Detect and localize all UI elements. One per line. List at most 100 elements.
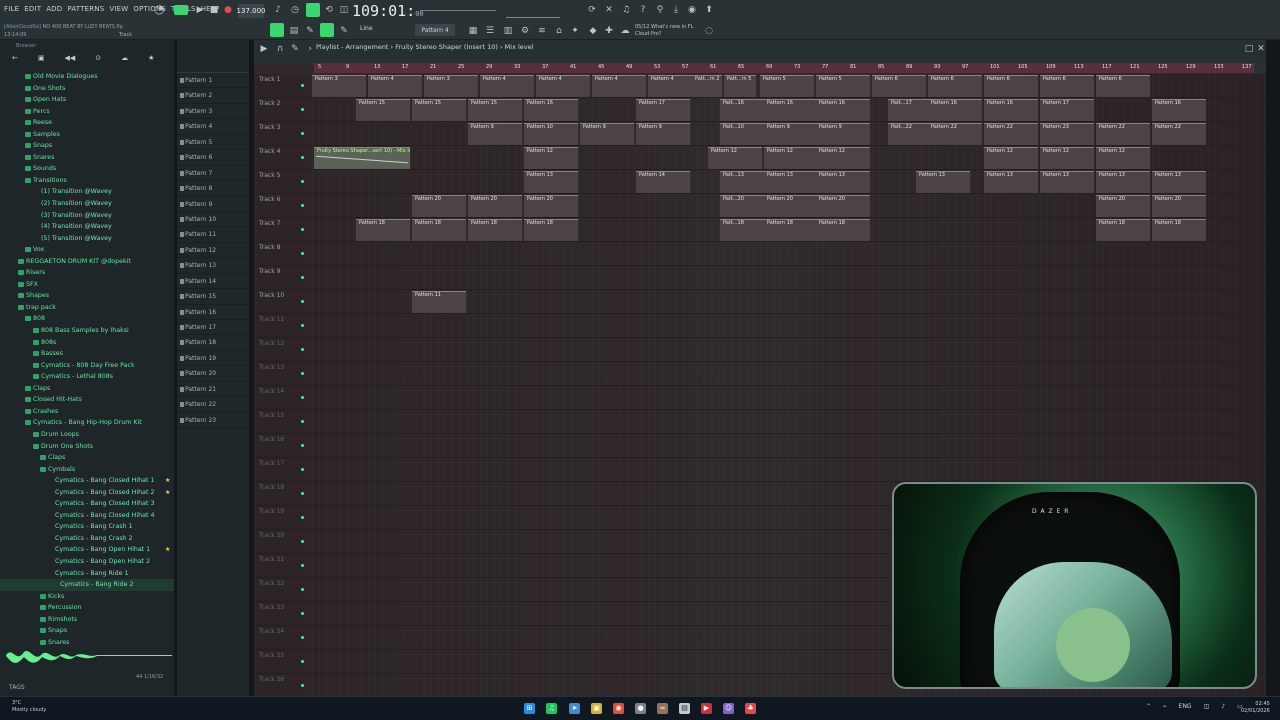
pattern-clip[interactable]: Pattern 13 xyxy=(816,171,870,193)
browser-item[interactable]: SFX xyxy=(0,279,174,291)
pattern-clip[interactable]: Pattern 9 xyxy=(816,123,870,145)
browser-item[interactable]: Open Hats xyxy=(0,94,174,106)
pattern-item[interactable]: Pattern 19 xyxy=(177,351,249,367)
pattern-clip[interactable]: Pattern 6 xyxy=(872,75,926,97)
back-arrow-icon[interactable]: ← xyxy=(12,54,18,62)
track-mute-led[interactable] xyxy=(301,636,304,639)
browser-item[interactable]: Samples xyxy=(0,129,174,141)
browser-item[interactable]: Percs xyxy=(0,106,174,118)
chat-icon[interactable]: ◉ xyxy=(687,5,697,15)
browser-item[interactable]: Drum One Shots xyxy=(0,441,174,453)
pattern-clip[interactable]: Pattern 18 xyxy=(816,219,870,241)
master-volume-slider[interactable] xyxy=(420,10,496,11)
browser-item[interactable]: (3) Transition @Wavey xyxy=(0,210,174,222)
pattern-item[interactable]: Pattern 20 xyxy=(177,366,249,382)
favorite-star-icon[interactable]: ★ xyxy=(165,475,170,487)
loop-record-button[interactable] xyxy=(306,3,320,17)
menu-add[interactable]: ADD xyxy=(46,5,62,13)
pattern-clip[interactable]: Pattern 13 xyxy=(764,171,818,193)
track-label[interactable]: Track 21 xyxy=(259,556,284,563)
metronome-icon[interactable]: ♪ xyxy=(273,5,283,15)
microphone-icon[interactable]: ♫ xyxy=(621,5,631,15)
browser-item[interactable]: Snares xyxy=(0,152,174,164)
wait-icon[interactable]: ◷ xyxy=(290,5,300,15)
pattern-item[interactable]: Pattern 13 xyxy=(177,258,249,274)
browser-item[interactable]: (1) Transition @Wavey xyxy=(0,186,174,198)
track-mute-led[interactable] xyxy=(301,564,304,567)
tray-mic-icon[interactable]: ⌁ xyxy=(1163,703,1167,710)
menu-edit[interactable]: EDIT xyxy=(24,5,41,13)
track-mute-led[interactable] xyxy=(301,252,304,255)
pattern-clip[interactable]: Pattern 6 xyxy=(1040,75,1094,97)
mixer-panel-icon[interactable]: ⚙ xyxy=(520,26,530,36)
browser-item[interactable]: Shapes xyxy=(0,290,174,302)
browser-item[interactable]: Transitions xyxy=(0,175,174,187)
pattern-item[interactable]: Pattern 10 xyxy=(177,212,249,228)
browser-item[interactable]: Cymatics - 808 Day Free Pack xyxy=(0,360,174,372)
browser-item[interactable]: Cymatics - Bang Open Hihat 2 xyxy=(0,556,174,568)
browser-item[interactable]: (5) Transition @Wavey xyxy=(0,233,174,245)
browser-item[interactable]: (4) Transition @Wavey xyxy=(0,221,174,233)
track-label[interactable]: Track 13 xyxy=(259,364,284,371)
chrome-icon[interactable]: ◉ xyxy=(613,703,624,714)
close-icon[interactable]: ✕ xyxy=(1256,44,1266,54)
favorite-star-icon[interactable]: ★ xyxy=(165,487,170,499)
browser-item[interactable]: Cymatics - Bang Crash 1 xyxy=(0,521,174,533)
pattern-clip[interactable]: Pattern 13 xyxy=(916,171,970,193)
browser-item[interactable]: Cymatics - Bang Closed Hihat 4 xyxy=(0,510,174,522)
track-mute-led[interactable] xyxy=(301,84,304,87)
browser-item[interactable]: Closed Hit-Hats xyxy=(0,394,174,406)
pattern-clip[interactable]: Pattern 9 xyxy=(764,123,818,145)
timeline-ruler[interactable]: 5 9 13 17 21 25 29 33 37 41 45 49 53 57 61 65 69 73 77 81 85… xyxy=(314,63,1254,73)
pattern-clip[interactable]: Pattern 18 xyxy=(412,219,466,241)
track-mute-led[interactable] xyxy=(301,468,304,471)
track-label[interactable]: Track 14 xyxy=(259,388,284,395)
pattern-item[interactable]: Pattern 3 xyxy=(177,104,249,120)
plugin-picker-icon[interactable]: ⌂ xyxy=(554,26,564,36)
track-label[interactable]: Track 12 xyxy=(259,340,284,347)
pattern-item[interactable]: Pattern 5 xyxy=(177,135,249,151)
pattern-item[interactable]: Pattern 11 xyxy=(177,227,249,243)
browser-item[interactable]: Snaps xyxy=(0,625,174,637)
pattern-item[interactable]: Pattern 23 xyxy=(177,413,249,429)
telegram-icon[interactable]: ➤ xyxy=(569,703,580,714)
pattern-clip[interactable]: Pattern 16 xyxy=(816,99,870,121)
browser-item[interactable]: Risers xyxy=(0,267,174,279)
browser-item[interactable]: Cymatics - Bang Open Hihat 1 ★ xyxy=(0,544,174,556)
track-mute-led[interactable] xyxy=(301,108,304,111)
pattern-clip[interactable]: Pattern 11 xyxy=(412,291,466,313)
pattern-clip[interactable]: Pattern 18 xyxy=(524,219,578,241)
pattern-clip[interactable]: Pattern 18 xyxy=(356,219,410,241)
pattern-item[interactable]: Pattern 8 xyxy=(177,181,249,197)
track-label[interactable]: Track 10 xyxy=(259,292,284,299)
pattern-clip[interactable]: Pattern 12 xyxy=(1040,147,1094,169)
pattern-clip[interactable]: Pattern 20 xyxy=(764,195,818,217)
track-mute-led[interactable] xyxy=(301,132,304,135)
pattern-clip[interactable]: Pattern 12 xyxy=(524,147,578,169)
track-mute-led[interactable] xyxy=(301,348,304,351)
pattern-clip[interactable]: Pattern 22 xyxy=(928,123,982,145)
taskbar-clock[interactable]: 02:45 02/01/2026 xyxy=(1241,701,1270,715)
pattern-clip[interactable]: Pattern 20 xyxy=(1152,195,1206,217)
pattern-clip[interactable]: Pattern 13 xyxy=(1096,171,1150,193)
snap-button[interactable] xyxy=(270,23,284,37)
pattern-item[interactable]: Pattern 15 xyxy=(177,289,249,305)
pattern-clip[interactable]: Pattern 20 xyxy=(524,195,578,217)
pattern-clip[interactable]: Pattern 16 xyxy=(524,99,578,121)
pattern-clip[interactable]: Patt...rn 5 xyxy=(724,75,756,97)
playlist-track[interactable]: Track 15 xyxy=(254,410,1266,434)
pattern-clip[interactable]: Pattern 23 xyxy=(1040,123,1094,145)
track-mute-led[interactable] xyxy=(301,540,304,543)
track-label[interactable]: Track 26 xyxy=(259,676,284,683)
rewind-icon[interactable]: ◀◀ xyxy=(65,54,76,62)
track-mute-led[interactable] xyxy=(301,492,304,495)
track-mute-led[interactable] xyxy=(301,420,304,423)
pattern-clip[interactable]: Pattern 22 xyxy=(984,123,1038,145)
track-label[interactable]: Track 15 xyxy=(259,412,284,419)
track-mute-led[interactable] xyxy=(301,180,304,183)
pattern-clip[interactable]: Pattern 6 xyxy=(1096,75,1150,97)
tray-chevron-icon[interactable]: ⌃ xyxy=(1146,703,1151,710)
pattern-clip[interactable]: Pattern 12 xyxy=(708,147,762,169)
playlist-track[interactable]: Track 12 xyxy=(254,338,1266,362)
pattern-item[interactable]: Pattern 12 xyxy=(177,243,249,259)
